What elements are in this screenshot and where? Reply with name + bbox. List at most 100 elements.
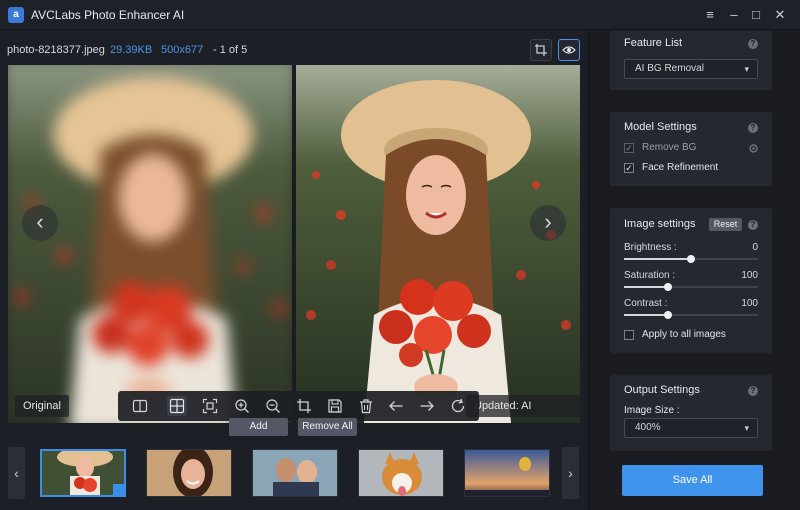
selected-check-icon	[113, 484, 124, 495]
thumbnails-next-button[interactable]: ›	[562, 447, 579, 499]
original-image: ‹ Original	[8, 65, 292, 423]
thumbnail-item[interactable]	[40, 449, 126, 497]
zoom-in-button[interactable]	[232, 396, 252, 416]
model-settings-card: Model Settings ? ✓ Remove BG ✓ Face Refi…	[610, 112, 772, 186]
gear-icon[interactable]	[748, 143, 759, 154]
comparison-preview: ‹ Original › Updated: AI	[8, 65, 580, 423]
file-position: - 1 of 5	[213, 44, 248, 56]
image-settings-card: Image settings Reset ? Brightness : 0 Sa…	[610, 208, 772, 353]
saturation-value: 100	[741, 270, 758, 281]
settings-panel: Feature List ? AI BG Removal ▾ Model Set…	[588, 31, 800, 510]
face-refinement-option[interactable]: ✓ Face Refinement	[624, 162, 758, 175]
thumbnails-prev-button[interactable]: ‹	[8, 447, 25, 499]
remove-bg-checkbox[interactable]: ✓	[624, 143, 634, 153]
contrast-value: 100	[741, 298, 758, 309]
contrast-label: Contrast :	[624, 298, 668, 309]
thumbnail-balloon	[465, 450, 549, 496]
zoom-in-icon	[235, 399, 249, 413]
file-info-bar: photo-8218377.jpeg 29.39KB 500x677 - 1 o…	[0, 31, 587, 65]
brightness-fill	[624, 258, 691, 260]
zoom-out-button[interactable]	[263, 396, 283, 416]
split-view-button[interactable]	[130, 396, 150, 416]
remove-bg-label: Remove BG	[642, 142, 697, 153]
help-icon[interactable]: ?	[748, 39, 758, 49]
output-settings-title: Output Settings	[624, 384, 700, 396]
crop-icon	[535, 44, 547, 56]
redo-button[interactable]	[417, 396, 437, 416]
saturation-fill	[624, 286, 669, 288]
thumbnail-couple	[253, 450, 337, 496]
file-dimensions: 500x677	[161, 44, 204, 56]
undo-button[interactable]	[386, 396, 406, 416]
original-label: Original	[15, 395, 69, 417]
fit-screen-icon	[202, 398, 218, 414]
chevron-down-icon: ▾	[744, 64, 749, 74]
face-refinement-label: Face Refinement	[642, 162, 719, 173]
trash-icon	[360, 399, 372, 414]
split-view-icon	[132, 399, 148, 413]
updated-label: Updated: AI Upscaler	[466, 395, 580, 423]
thumbnail-item[interactable]	[252, 449, 338, 497]
output-settings-card: Output Settings ? Image Size : 400% ▾	[610, 375, 772, 451]
close-button[interactable]: ✕	[771, 6, 789, 24]
image-settings-title: Image settings	[624, 218, 696, 230]
save-button[interactable]	[325, 396, 345, 416]
brightness-value: 0	[752, 242, 758, 253]
face-refinement-checkbox[interactable]: ✓	[624, 163, 634, 173]
fit-screen-button[interactable]	[200, 396, 220, 416]
brightness-track[interactable]	[624, 255, 758, 263]
saturation-label: Saturation :	[624, 270, 676, 281]
help-icon[interactable]: ?	[748, 386, 758, 396]
arrow-left-icon	[389, 401, 403, 411]
apply-all-checkbox[interactable]	[624, 330, 634, 340]
refresh-button[interactable]	[448, 396, 468, 416]
feature-select-value: AI BG Removal	[635, 63, 704, 74]
saturation-knob[interactable]	[664, 283, 673, 291]
image-size-label: Image Size :	[624, 405, 680, 416]
delete-button[interactable]	[356, 396, 376, 416]
thumbnail-item[interactable]	[464, 449, 550, 497]
next-image-button[interactable]: ›	[530, 205, 566, 241]
minimize-button[interactable]: –	[725, 6, 743, 24]
thumbnail-smiling-woman	[147, 450, 231, 496]
contrast-knob[interactable]	[664, 311, 673, 319]
feature-list-title: Feature List	[624, 37, 683, 49]
grid-view-button[interactable]	[167, 396, 187, 416]
zoom-out-icon	[266, 399, 280, 413]
crop-button[interactable]	[294, 396, 314, 416]
preview-toggle-button[interactable]	[558, 39, 580, 61]
arrow-right-icon	[420, 401, 434, 411]
feature-select[interactable]: AI BG Removal ▾	[624, 59, 758, 79]
thumbnail-item[interactable]	[358, 449, 444, 497]
maximize-button[interactable]: □	[747, 6, 765, 24]
saturation-track[interactable]	[624, 283, 758, 291]
help-icon[interactable]: ?	[748, 220, 758, 230]
file-size: 29.39KB	[110, 44, 153, 56]
crop-toggle-button[interactable]	[530, 39, 552, 61]
brightness-label: Brightness :	[624, 242, 677, 253]
eye-icon	[562, 46, 576, 54]
app-title: AVCLabs Photo Enhancer AI	[31, 8, 185, 22]
save-all-button[interactable]: Save All	[622, 465, 763, 496]
thumbnail-item[interactable]	[146, 449, 232, 497]
add-button[interactable]: Add	[229, 418, 288, 436]
help-icon[interactable]: ?	[748, 123, 758, 133]
apply-all-label: Apply to all images	[642, 329, 726, 340]
menu-icon[interactable]: ≡	[701, 6, 719, 24]
chevron-down-icon: ▾	[744, 423, 749, 433]
save-icon	[328, 399, 342, 413]
contrast-track[interactable]	[624, 311, 758, 319]
previous-image-button[interactable]: ‹	[22, 205, 58, 241]
title-bar: a AVCLabs Photo Enhancer AI ≡ – □ ✕	[0, 0, 800, 30]
image-size-select[interactable]: 400% ▾	[624, 418, 758, 438]
refresh-icon	[451, 398, 465, 413]
thumbnail-strip: ‹ ›	[0, 441, 587, 510]
brightness-knob[interactable]	[687, 255, 695, 263]
apply-all-option[interactable]: Apply to all images	[624, 329, 758, 342]
file-name: photo-8218377.jpeg	[7, 44, 105, 56]
original-photo	[8, 65, 292, 423]
remove-bg-option[interactable]: ✓ Remove BG	[624, 142, 759, 155]
reset-button[interactable]: Reset	[709, 218, 742, 231]
grid-view-icon	[169, 398, 185, 414]
remove-all-button[interactable]: Remove All	[298, 418, 357, 436]
